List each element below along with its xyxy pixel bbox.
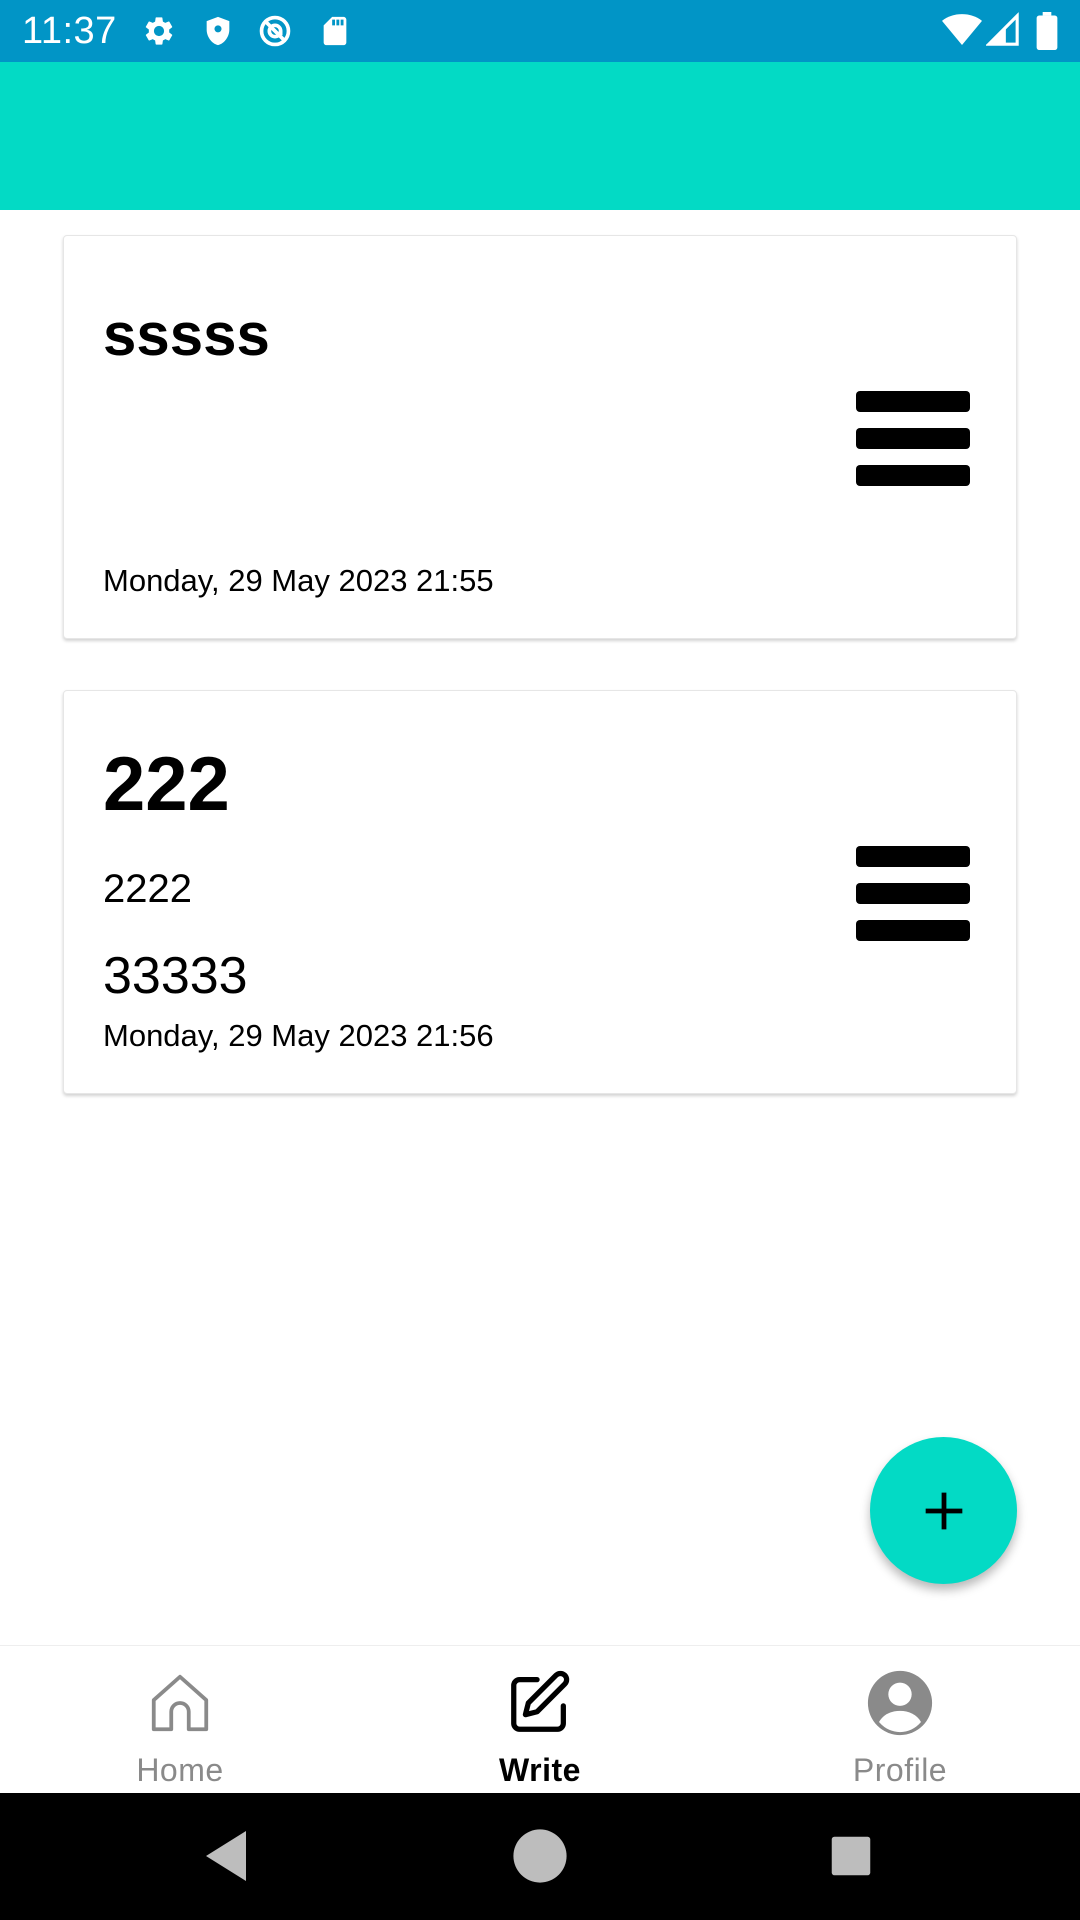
nav-item-home[interactable]: Home — [0, 1646, 360, 1794]
nav-label-profile: Profile — [852, 1752, 948, 1788]
pencil-square-icon — [505, 1668, 575, 1738]
cell-signal-icon — [986, 12, 1020, 48]
shield-icon — [201, 14, 235, 48]
battery-icon — [1036, 12, 1058, 50]
system-navigation-bar — [0, 1793, 1080, 1920]
hamburger-menu-icon[interactable] — [856, 846, 970, 942]
bottom-navigation: Home Write Profile — [0, 1645, 1080, 1793]
recents-icon[interactable] — [830, 1835, 872, 1877]
status-bar: 11:37 — [0, 0, 1080, 62]
wifi-icon — [942, 12, 982, 48]
nav-label-write: Write — [499, 1752, 581, 1788]
note-body: 2222 — [103, 867, 192, 911]
add-note-button[interactable] — [870, 1437, 1017, 1584]
note-date: Monday, 29 May 2023 21:55 — [103, 563, 494, 598]
home-circle-icon[interactable] — [511, 1827, 569, 1885]
nav-item-write[interactable]: Write — [360, 1646, 720, 1794]
account-circle-icon — [865, 1668, 935, 1738]
note-title: sssss — [103, 301, 270, 368]
note-extra: 33333 — [103, 947, 248, 1005]
status-time: 11:37 — [22, 10, 117, 52]
note-card[interactable]: sssss Monday, 29 May 2023 21:55 — [63, 235, 1017, 639]
settings-icon — [142, 14, 176, 48]
hamburger-menu-icon[interactable] — [856, 391, 970, 487]
note-title: 222 — [103, 742, 230, 827]
sd-card-icon — [318, 14, 352, 48]
nav-item-profile[interactable]: Profile — [720, 1646, 1080, 1794]
note-date: Monday, 29 May 2023 21:56 — [103, 1018, 494, 1053]
at-sign-icon — [258, 14, 292, 48]
app-bar — [0, 62, 1080, 210]
home-icon — [145, 1668, 215, 1738]
back-icon[interactable] — [196, 1826, 256, 1886]
note-card[interactable]: 222 2222 33333 Monday, 29 May 2023 21:56 — [63, 690, 1017, 1094]
plus-icon — [925, 1492, 962, 1529]
nav-label-home: Home — [136, 1752, 224, 1788]
